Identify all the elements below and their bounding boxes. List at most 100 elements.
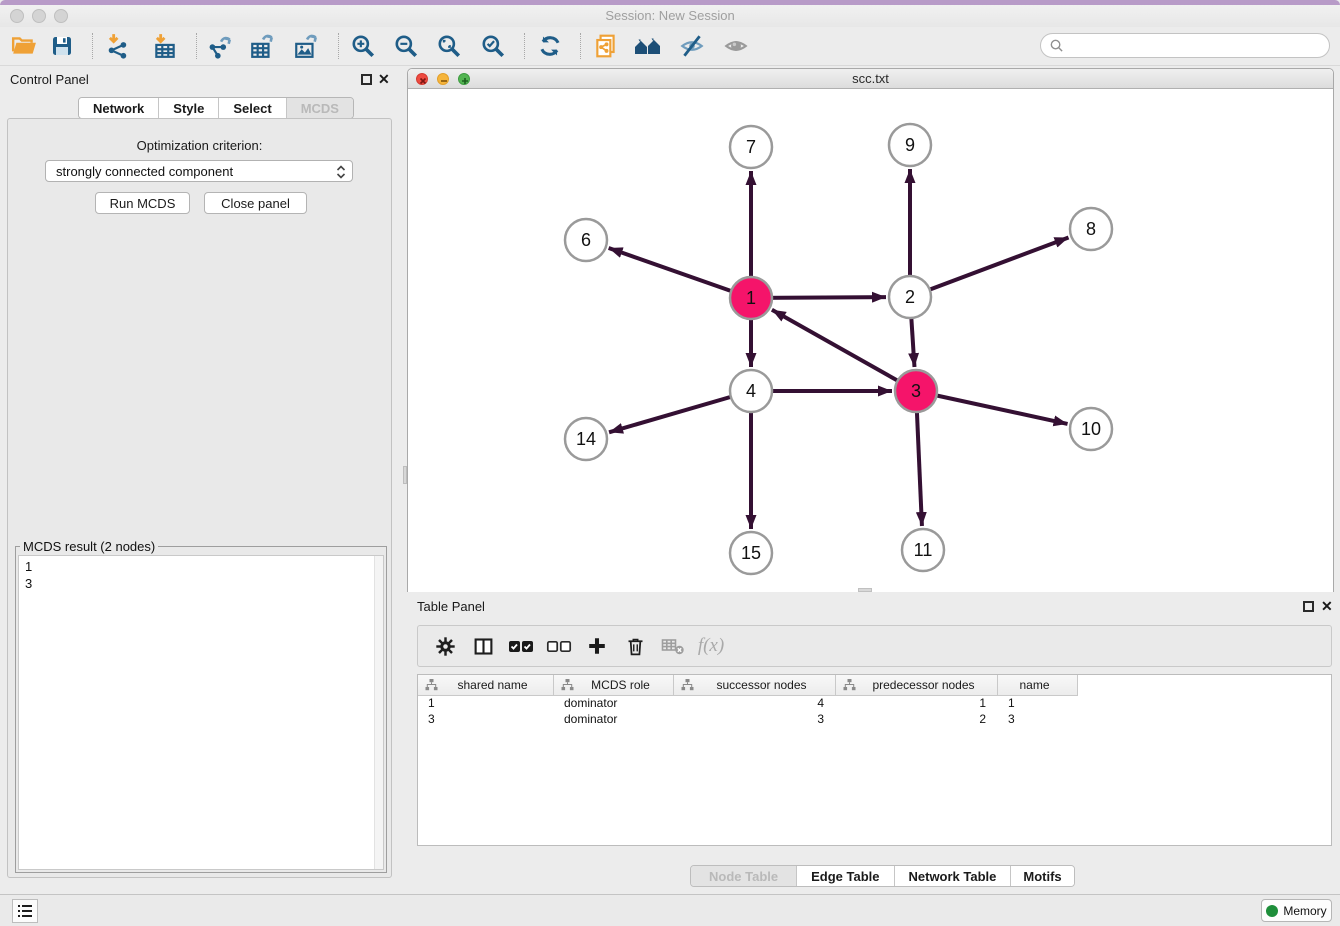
- column-header-MCDS-role[interactable]: MCDS role: [554, 675, 674, 696]
- mcds-result-line: 1: [25, 558, 383, 575]
- column-header-predecessor-nodes[interactable]: predecessor nodes: [836, 675, 998, 696]
- search-field: [1040, 33, 1330, 58]
- add-column-icon[interactable]: [578, 635, 616, 657]
- table-cell[interactable]: 1: [998, 696, 1078, 712]
- zoom-fit-icon[interactable]: [435, 32, 463, 60]
- first-neighbors-icon[interactable]: [634, 32, 662, 60]
- tab-edge-table[interactable]: Edge Table: [797, 866, 894, 886]
- table-cell[interactable]: 3: [674, 712, 836, 728]
- application-window: Session: New Session: [0, 0, 1340, 926]
- zoom-out-icon[interactable]: [392, 32, 420, 60]
- status-bar: Memory: [0, 894, 1340, 926]
- tab-motifs[interactable]: Motifs: [1011, 866, 1073, 886]
- column-header-successor-nodes[interactable]: successor nodes: [674, 675, 836, 696]
- fx-label: f(x): [698, 635, 724, 657]
- table-panel: Table Panel ✕: [407, 592, 1340, 894]
- graph-node-label: 7: [746, 137, 756, 157]
- table-cell[interactable]: dominator: [554, 712, 674, 728]
- table-cell[interactable]: 4: [674, 696, 836, 712]
- clone-network-icon[interactable]: [592, 32, 620, 60]
- graph-node-label: 1: [746, 288, 756, 308]
- dropdown-stepper-icon: [336, 164, 346, 183]
- export-table-icon[interactable]: [248, 32, 276, 60]
- close-table-panel-icon[interactable]: ✕: [1321, 598, 1333, 615]
- table-options-icon[interactable]: [426, 636, 464, 657]
- table-cell[interactable]: 3: [998, 712, 1078, 728]
- graph-node-label: 4: [746, 381, 756, 401]
- delete-table-icon[interactable]: [654, 636, 692, 656]
- import-network-icon[interactable]: [104, 32, 132, 60]
- run-mcds-button[interactable]: Run MCDS: [95, 192, 190, 214]
- table-cell[interactable]: 2: [836, 712, 998, 728]
- network-graph[interactable]: 7968124314101511: [408, 89, 1333, 592]
- control-panel-title: Control Panel: [10, 72, 89, 87]
- toolbar-separator: [196, 33, 197, 59]
- table-cell[interactable]: dominator: [554, 696, 674, 712]
- node-table: shared nameMCDS rolesuccessor nodesprede…: [417, 674, 1332, 846]
- graph-node-label: 14: [576, 429, 596, 449]
- mcds-result-line: 3: [25, 575, 383, 592]
- control-panel: Control Panel ✕ Network Style Select MCD…: [0, 66, 407, 894]
- table-cell[interactable]: 1: [836, 696, 998, 712]
- close-panel-icon[interactable]: ✕: [378, 71, 390, 88]
- network-canvas[interactable]: 7968124314101511: [408, 89, 1333, 592]
- toolbar-separator: [580, 33, 581, 59]
- close-panel-button[interactable]: Close panel: [204, 192, 307, 214]
- tab-select[interactable]: Select: [219, 98, 286, 118]
- graph-node-label: 6: [581, 230, 591, 250]
- zoom-in-icon[interactable]: [349, 32, 377, 60]
- tab-network[interactable]: Network: [79, 98, 159, 118]
- network-window-titlebar[interactable]: scc.txt: [408, 69, 1333, 89]
- show-column-panel-icon[interactable]: [464, 636, 502, 657]
- graph-edge-3-10[interactable]: [916, 391, 1068, 424]
- memory-status-icon: [1266, 905, 1278, 917]
- float-table-panel-icon[interactable]: [1303, 601, 1314, 612]
- tab-network-table[interactable]: Network Table: [895, 866, 1012, 886]
- hide-selected-icon[interactable]: [678, 32, 706, 60]
- toolbar-separator: [524, 33, 525, 59]
- function-builder-icon[interactable]: f(x): [692, 635, 730, 657]
- delete-columns-icon[interactable]: [616, 636, 654, 657]
- column-header-name[interactable]: name: [998, 675, 1078, 696]
- result-scrollbar[interactable]: [374, 556, 383, 869]
- refresh-view-icon[interactable]: [536, 32, 564, 60]
- task-history-button[interactable]: [12, 899, 38, 923]
- open-session-icon[interactable]: [10, 32, 38, 60]
- search-input[interactable]: [1064, 36, 1329, 56]
- graph-edge-1-6[interactable]: [609, 248, 751, 298]
- table-row[interactable]: 1dominator411: [418, 696, 1331, 712]
- tab-mcds[interactable]: MCDS: [287, 98, 353, 118]
- graph-node-label: 15: [741, 543, 761, 563]
- tab-style[interactable]: Style: [159, 98, 219, 118]
- graph-edge-2-8[interactable]: [910, 237, 1069, 297]
- save-session-icon[interactable]: [48, 32, 76, 60]
- deselect-all-columns-icon[interactable]: [540, 637, 578, 655]
- export-network-icon[interactable]: [206, 32, 234, 60]
- graph-node-label: 2: [905, 287, 915, 307]
- table-row[interactable]: 3dominator323: [418, 712, 1331, 728]
- search-icon: [1049, 38, 1064, 53]
- table-header-row: shared nameMCDS rolesuccessor nodesprede…: [418, 675, 1331, 696]
- table-cell[interactable]: 1: [418, 696, 554, 712]
- mcds-result-text[interactable]: 1 3: [18, 555, 384, 870]
- export-image-icon[interactable]: [292, 32, 320, 60]
- criterion-dropdown[interactable]: strongly connected component: [45, 160, 353, 182]
- tab-node-table[interactable]: Node Table: [691, 866, 797, 886]
- criterion-dropdown-value: strongly connected component: [56, 164, 233, 179]
- column-header-shared-name[interactable]: shared name: [418, 675, 554, 696]
- window-title: Session: New Session: [0, 8, 1340, 23]
- network-view-window: scc.txt 7968124314101511: [407, 68, 1334, 592]
- import-table-icon[interactable]: [151, 32, 179, 60]
- graph-edge-3-1[interactable]: [772, 310, 916, 391]
- zoom-selected-icon[interactable]: [479, 32, 507, 60]
- float-panel-icon[interactable]: [361, 74, 372, 85]
- graph-node-label: 10: [1081, 419, 1101, 439]
- select-all-columns-icon[interactable]: [502, 637, 540, 655]
- memory-button[interactable]: Memory: [1261, 899, 1332, 922]
- graph-node-label: 11: [914, 540, 933, 560]
- show-hidden-icon[interactable]: [722, 32, 750, 60]
- table-cell[interactable]: 3: [418, 712, 554, 728]
- table-toolbar: f(x): [417, 625, 1332, 667]
- optimization-criterion-label: Optimization criterion:: [8, 138, 391, 153]
- toolbar-separator: [338, 33, 339, 59]
